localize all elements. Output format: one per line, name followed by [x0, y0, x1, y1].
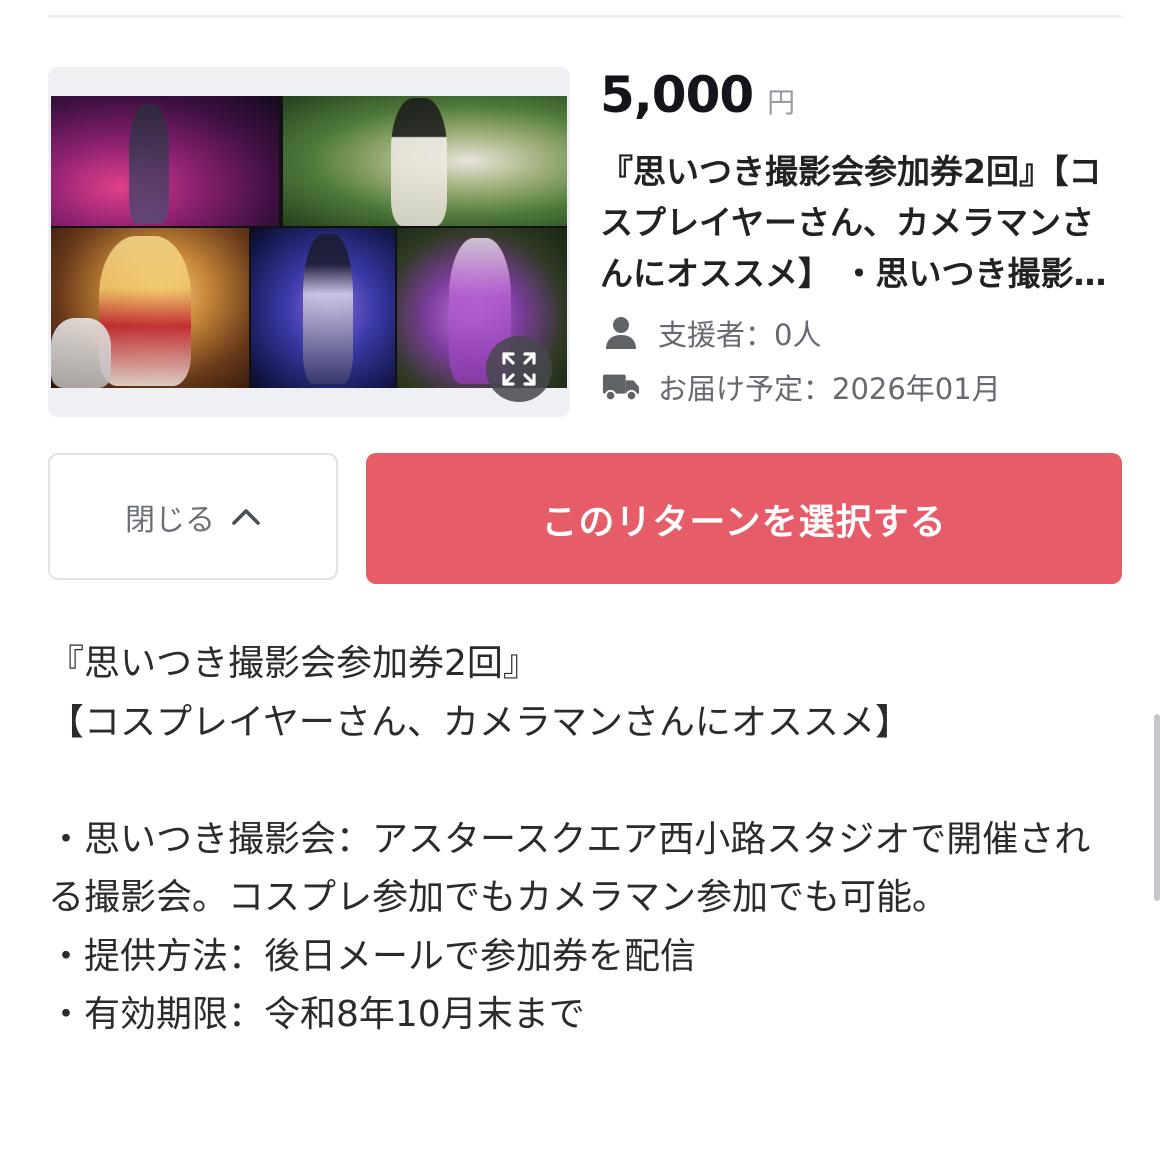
- top-divider: [48, 15, 1122, 18]
- description-line: ・有効期限：令和8年10月末まで: [48, 994, 585, 1035]
- backers-label: 支援者：0人: [658, 318, 822, 352]
- collage-photo-2: [283, 96, 567, 226]
- reward-title: 『思いつき撮影会参加券2回』【コスプレイヤーさん、カメラマンさんにオススメ】 ・…: [600, 152, 1102, 293]
- description-line: 【コスプレイヤーさん、カメラマンさんにオススメ】: [48, 701, 911, 743]
- delivery-date: お届け予定：2026年01月: [602, 366, 1001, 408]
- price-currency: 円: [767, 86, 796, 119]
- photo-collage: [51, 96, 567, 388]
- person-icon: [602, 316, 640, 350]
- description-line: ・提供方法：後日メールで参加券を配信: [48, 935, 697, 977]
- price-amount: 5,000: [600, 66, 754, 124]
- close-label: 閉じる: [125, 502, 215, 538]
- select-reward-button[interactable]: このリターンを選択する: [366, 453, 1122, 584]
- chevron-up-icon: [231, 507, 261, 527]
- expand-image-button[interactable]: [486, 336, 552, 402]
- collage-photo-1: [51, 96, 279, 226]
- description-line: ・思いつき撮影会：アスタースクエア西小路スタジオで開催される撮影会。コスプレ参加…: [48, 818, 1091, 919]
- collage-photo-3: [51, 228, 249, 388]
- expand-icon: [500, 350, 538, 388]
- delivery-label: お届け予定：2026年01月: [658, 372, 1001, 406]
- description-line: 『思いつき撮影会参加券2回』: [48, 643, 539, 684]
- truck-icon: [602, 370, 640, 404]
- price: 5,000 円: [600, 66, 795, 124]
- scrollbar[interactable]: [1154, 714, 1160, 901]
- description-blank-line: [48, 752, 1108, 811]
- reward-description: 『思いつき撮影会参加券2回』 【コスプレイヤーさん、カメラマンさんにオススメ】 …: [48, 635, 1108, 1045]
- collage-photo-4: [251, 228, 395, 388]
- reward-thumbnail[interactable]: [48, 67, 570, 417]
- backers-count: 支援者：0人: [602, 312, 821, 354]
- close-button[interactable]: 閉じる: [48, 453, 338, 580]
